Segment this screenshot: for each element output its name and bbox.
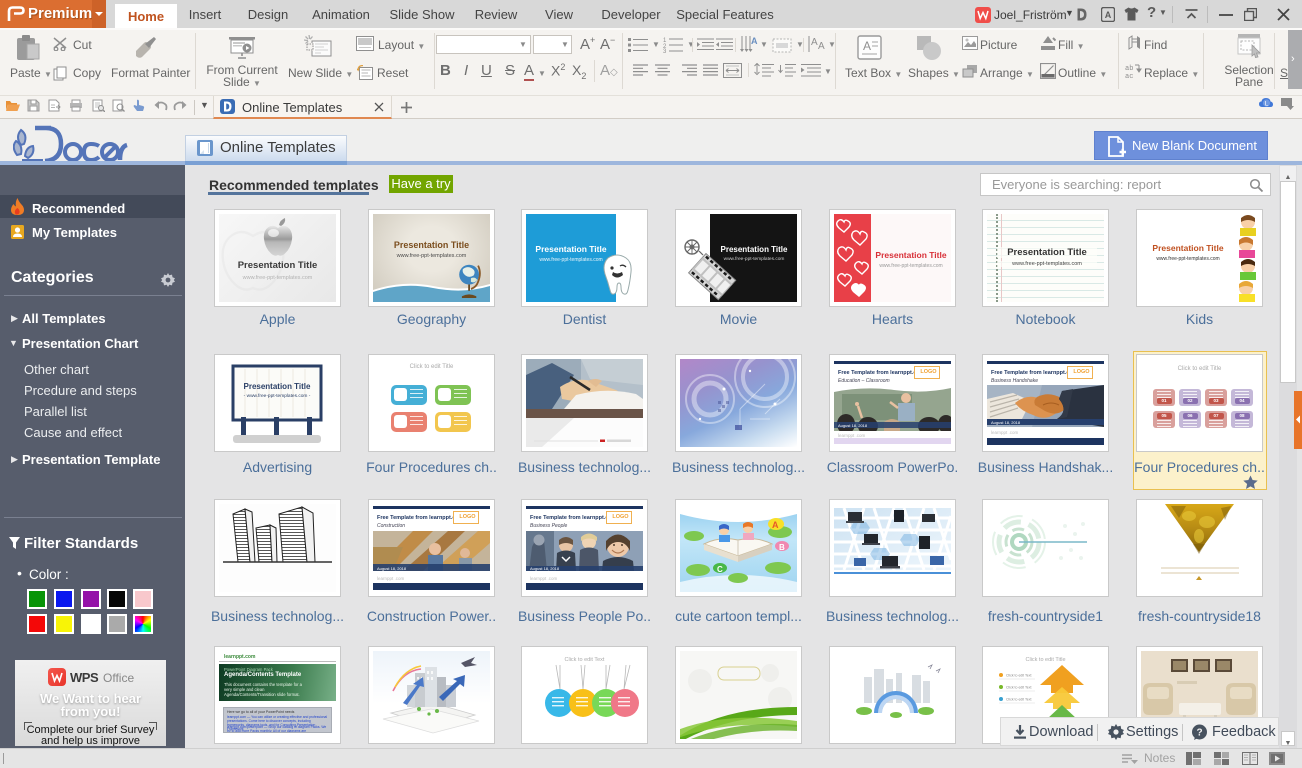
svg-text:A: A [1105, 10, 1112, 20]
svg-text:Click to edit Text: Click to edit Text [1006, 686, 1031, 690]
svg-text:A: A [818, 41, 825, 52]
svg-text:C: C [717, 565, 723, 574]
svg-text:L: L [1265, 101, 1269, 108]
svg-text:3: 3 [663, 49, 667, 53]
svg-text:A: A [863, 39, 871, 53]
svg-text:Click to edit Text: Click to edit Text [1006, 698, 1031, 702]
svg-text:ac: ac [1125, 73, 1133, 79]
svg-text:A: A [811, 37, 818, 48]
svg-text:?: ? [1196, 728, 1202, 739]
svg-text:B: B [779, 543, 785, 552]
svg-text:A: A [772, 520, 779, 530]
svg-text:A: A [751, 36, 758, 46]
svg-text:Click to edit Text: Click to edit Text [1006, 674, 1031, 678]
svg-text:ab: ab [1125, 65, 1133, 73]
